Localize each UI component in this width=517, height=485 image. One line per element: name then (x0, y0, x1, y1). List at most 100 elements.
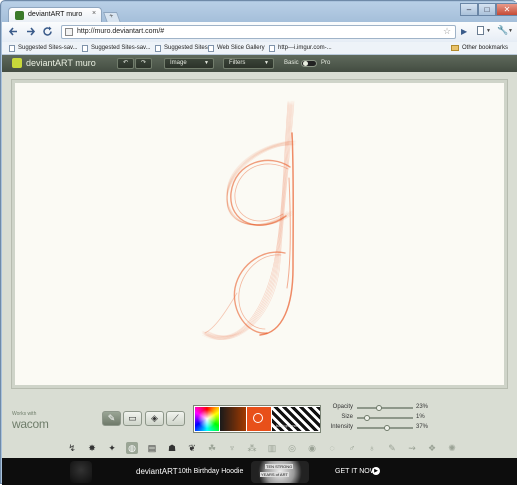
browser-window: deviantART muro × + – □ ✕ http://muro.de… (0, 0, 517, 485)
folder-icon (451, 45, 459, 51)
toggle-knob (303, 61, 308, 66)
color-palette: background (193, 405, 321, 433)
other-bookmarks[interactable]: Other bookmarks (451, 43, 508, 53)
ad-cta[interactable]: GET IT NOW (335, 468, 376, 475)
muro-app: deviantART muro ↶ ↷ Image ▼ Filters ▼ Basi… (2, 55, 517, 485)
slider-knob-size[interactable] (363, 415, 370, 421)
browser-tab[interactable]: deviantART muro × (8, 7, 102, 23)
brush-preset[interactable]: ◉ (306, 442, 318, 454)
page-icon (208, 44, 214, 52)
play-icon[interactable]: ▶ (372, 467, 380, 475)
ad-badge-top: TEN STRONG (265, 464, 294, 469)
brush-presets: ↯ ✸ ✦ ◍ ▤ ☗ ❦ ☘ ♆ ⁂ ▥ ◎ ◉ ◌ ♂ ♁ ✎ ⇝ ❖ ✺ (2, 438, 517, 458)
deviantart-favicon-icon (15, 11, 24, 20)
slider-value-opacity: 23% (416, 404, 429, 410)
drawing-canvas[interactable] (15, 83, 504, 385)
arrow-right-icon (27, 27, 36, 36)
brush-preset[interactable]: ❦ (186, 442, 198, 454)
bookmark-item[interactable]: Suggested Sites-sav... (9, 43, 78, 53)
brush-tool-button[interactable]: ✎ (102, 411, 121, 426)
slider-knob-intensity[interactable] (383, 425, 390, 431)
brush-preset[interactable]: ▤ (146, 442, 158, 454)
ad-title: 10th Birthday Hoodie (178, 468, 244, 475)
mode-toggle[interactable] (301, 60, 317, 67)
undo-button[interactable]: ↶ (117, 58, 134, 69)
target-icon (253, 413, 263, 423)
brush-preset[interactable]: ⇝ (406, 442, 418, 454)
sketch-stroke (201, 100, 289, 337)
play-icon[interactable]: ▶ (461, 27, 467, 36)
brush-preset[interactable]: ❖ (426, 442, 438, 454)
page-icon (155, 44, 161, 52)
fill-icon: ◈ (151, 413, 158, 423)
basic-mode-label: Basic (284, 60, 299, 66)
slider-value-intensity: 37% (416, 424, 429, 430)
window-controls: – □ ✕ (460, 3, 517, 17)
eraser-tool-button[interactable]: ▭ (123, 411, 142, 426)
bookmark-item[interactable]: Suggested Sites (155, 43, 208, 53)
close-window-button[interactable]: ✕ (496, 3, 517, 16)
bookmarks-bar: Suggested Sites-sav... Suggested Sites-s… (2, 42, 517, 55)
image-menu[interactable]: Image ▼ (164, 58, 214, 69)
brush-preset[interactable]: ▥ (266, 442, 278, 454)
chevron-down-icon: ▼ (264, 60, 269, 66)
sketch-stroke (234, 163, 289, 222)
chevron-down-icon: ▼ (486, 28, 491, 34)
page-menu-icon[interactable] (477, 26, 484, 35)
bookmark-item[interactable]: http---i.imgur.com-... (269, 43, 332, 53)
bookmark-item[interactable]: Suggested Sites-sav... (82, 43, 151, 53)
minimize-button[interactable]: – (460, 3, 478, 16)
brush-preset[interactable]: ⁂ (246, 442, 258, 454)
fill-tool-button[interactable]: ◈ (145, 411, 164, 426)
brush-preset[interactable]: ◍ (126, 442, 138, 454)
slider-value-size: 1% (416, 414, 425, 420)
filters-menu[interactable]: Filters ▼ (223, 58, 274, 69)
ad-banner[interactable]: deviantART 10th Birthday Hoodie TEN STRO… (2, 458, 517, 485)
redo-button[interactable]: ↷ (135, 58, 152, 69)
bookmark-item[interactable]: Web Slice Gallery (208, 43, 265, 53)
brush-preset[interactable]: ✦ (106, 442, 118, 454)
url-text: http://muro.deviantart.com/# (77, 28, 165, 35)
close-tab-icon[interactable]: × (92, 10, 96, 17)
pro-mode-label: Pro (321, 60, 331, 66)
slider-label-size: Size (341, 414, 353, 420)
app-logo: deviantART muro (26, 58, 96, 68)
brush-preset[interactable]: ☗ (166, 442, 178, 454)
brush-preset[interactable]: ♂ (346, 442, 358, 454)
chevron-down-icon: ▼ (508, 28, 513, 34)
brush-preset[interactable]: ↯ (66, 442, 78, 454)
tab-strip: deviantART muro × + – □ ✕ (2, 2, 517, 23)
tab-title: deviantART muro (28, 11, 83, 18)
eraser-icon: ▭ (128, 413, 137, 423)
brush-preset[interactable]: ✸ (86, 442, 98, 454)
wrench-icon[interactable]: 🔧 (497, 25, 508, 36)
shade-picker[interactable] (220, 407, 246, 431)
arrow-left-icon (8, 27, 17, 36)
slider-track-opacity[interactable] (357, 407, 413, 409)
sketch-stroke (233, 251, 286, 334)
forward-button[interactable] (24, 25, 37, 38)
color-wheel-light (195, 407, 219, 431)
brush-icon: ✎ (107, 413, 116, 423)
slider-knob-opacity[interactable] (375, 405, 382, 411)
reload-button[interactable] (41, 25, 54, 38)
bookmark-star-icon[interactable]: ☆ (443, 26, 451, 37)
page-icon (65, 28, 73, 36)
back-button[interactable] (7, 25, 20, 38)
page-icon (9, 44, 15, 52)
ad-image (70, 461, 92, 483)
background-swatch-label: background (276, 423, 297, 428)
brush-preset[interactable]: ♆ (226, 442, 238, 454)
brush-preset[interactable]: ✎ (386, 442, 398, 454)
sketch-strokes (201, 100, 297, 340)
eyedropper-tool-button[interactable]: ⟋ (166, 411, 185, 426)
brush-preset[interactable]: ◎ (286, 442, 298, 454)
brush-preset[interactable]: ◌ (326, 442, 338, 454)
brush-preset[interactable]: ♁ (366, 442, 378, 454)
sketch-stroke (286, 177, 291, 289)
brush-preset[interactable]: ✺ (446, 442, 458, 454)
address-bar[interactable]: http://muro.deviantart.com/# ☆ (61, 25, 456, 39)
sketch-stroke (204, 292, 238, 334)
brush-preset[interactable]: ☘ (206, 442, 218, 454)
maximize-button[interactable]: □ (478, 3, 496, 16)
